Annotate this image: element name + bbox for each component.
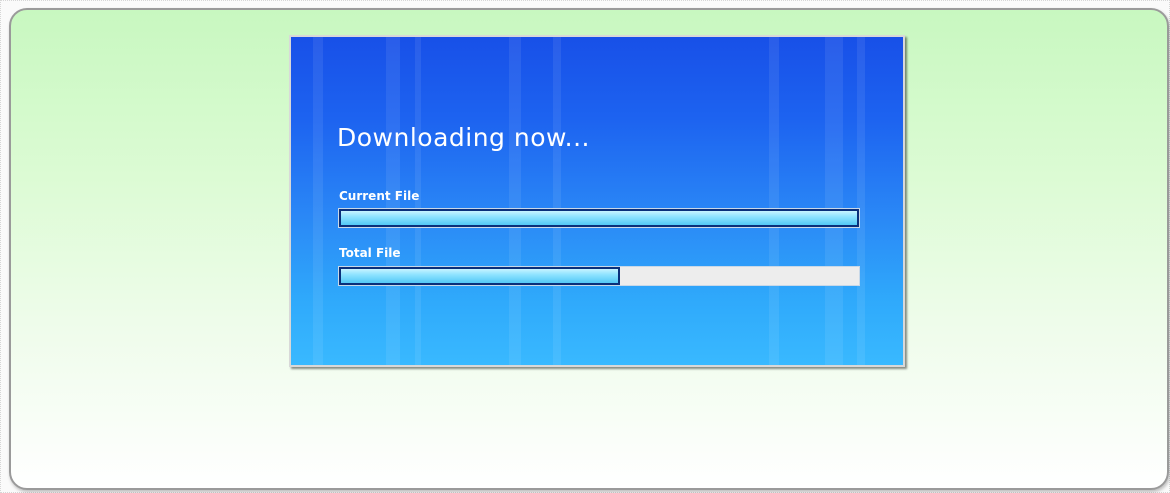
total-file-progress-fill [339,267,620,285]
background-stripe [769,37,779,365]
background-stripe [825,37,843,365]
total-file-label: Total File [339,246,401,260]
background-stripe [553,37,561,365]
background-stripe [509,37,521,365]
background-stripe [313,37,323,365]
current-file-label: Current File [339,189,420,203]
current-file-progress-bar [338,208,860,228]
download-dialog: Downloading now... Current File Total Fi… [289,35,905,367]
total-file-progress-bar [338,266,860,286]
current-file-progress-fill [339,209,859,227]
background-stripe [857,37,865,365]
dialog-title: Downloading now... [337,123,591,152]
page-background: Downloading now... Current File Total Fi… [0,0,1170,493]
